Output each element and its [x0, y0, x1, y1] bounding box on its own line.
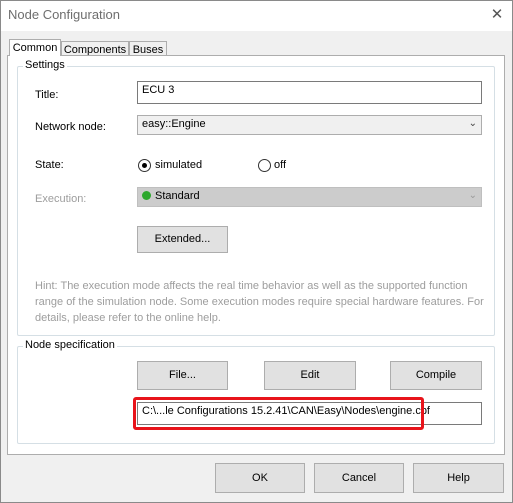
- chevron-down-icon: ⌄: [468, 190, 477, 201]
- execution-label: Execution:: [35, 193, 87, 205]
- settings-legend: Settings: [23, 59, 67, 71]
- title-field[interactable]: ECU 3: [137, 81, 482, 104]
- tab-common[interactable]: Common: [9, 39, 61, 56]
- execution-value: Standard: [155, 190, 200, 202]
- highlight-box: [133, 397, 424, 430]
- radio-selected-dot: [142, 163, 147, 168]
- green-check-circle-icon: [142, 190, 151, 200]
- network-node-label: Network node:: [35, 121, 106, 133]
- file-button[interactable]: File...: [137, 361, 228, 390]
- chevron-down-icon: ⌄: [468, 118, 477, 129]
- radio-off[interactable]: [258, 159, 271, 172]
- tab-buses[interactable]: Buses: [129, 41, 167, 56]
- extended-button[interactable]: Extended...: [137, 226, 228, 253]
- cancel-button[interactable]: Cancel: [314, 463, 404, 493]
- edit-button[interactable]: Edit: [264, 361, 356, 390]
- execution-hint: Hint: The execution mode affects the rea…: [35, 280, 484, 324]
- network-node-value: easy::Engine: [142, 118, 206, 130]
- state-label: State:: [35, 159, 64, 171]
- node-specification-legend: Node specification: [23, 339, 117, 351]
- window-title: Node Configuration: [8, 7, 121, 22]
- radio-simulated-label[interactable]: simulated: [155, 159, 202, 171]
- help-button[interactable]: Help: [413, 463, 504, 493]
- tab-components[interactable]: Components: [61, 41, 129, 56]
- compile-button[interactable]: Compile: [390, 361, 482, 390]
- ok-button[interactable]: OK: [215, 463, 305, 493]
- radio-off-label[interactable]: off: [274, 159, 286, 171]
- title-label: Title:: [35, 89, 59, 101]
- radio-simulated[interactable]: [138, 159, 151, 172]
- close-icon[interactable]: ✕: [486, 4, 508, 26]
- network-node-select[interactable]: easy::Engine ⌄: [137, 115, 482, 135]
- execution-select: Standard ⌄: [137, 187, 482, 207]
